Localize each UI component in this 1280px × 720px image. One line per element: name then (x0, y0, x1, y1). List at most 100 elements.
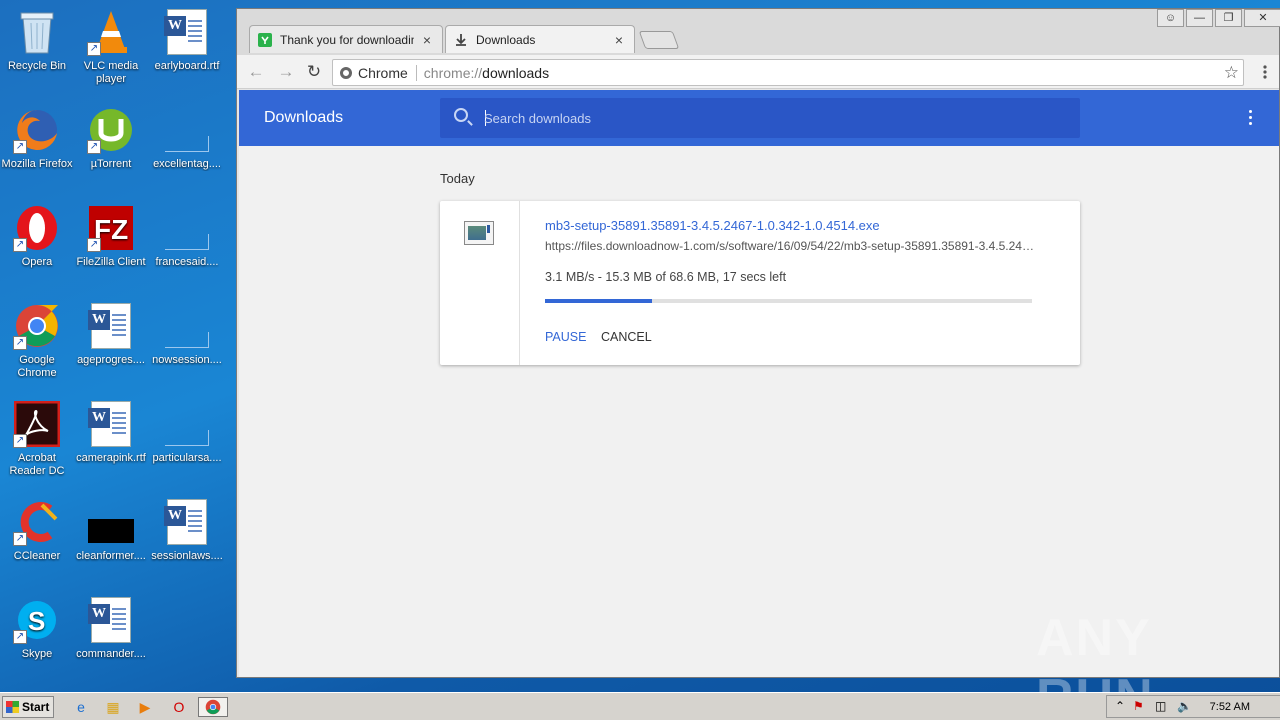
url-scheme: chrome:// (423, 64, 483, 81)
download-filename-link[interactable]: mb3-setup-35891.35891-3.4.5.2467-1.0.342… (545, 218, 880, 233)
tab-close-icon[interactable]: × (420, 32, 434, 48)
desktop-icon-label: FileZilla Client (76, 256, 146, 268)
desktop-icon-excellentag[interactable]: excellentag.... (150, 106, 224, 171)
download-icon (454, 33, 468, 47)
downloads-header: Downloads (239, 90, 1279, 146)
media-player-icon[interactable]: ▶ (134, 697, 156, 717)
new-tab-button[interactable] (638, 31, 680, 49)
pause-button[interactable]: PAUSE (545, 330, 586, 344)
minimize-icon[interactable]: — (1186, 9, 1213, 27)
browser-toolbar: ← → ↻ Chrome chrome://downloads ☆ (237, 55, 1279, 89)
opera-taskbar-icon[interactable]: O (168, 697, 190, 717)
desktop-icon-francesaid[interactable]: francesaid.... (150, 204, 224, 269)
desktop-icon-skype[interactable]: S ↗ Skype (0, 596, 74, 661)
desktop-icon-label: Acrobat Reader DC (9, 452, 65, 477)
desktop-icon-label: camerapink.rtf (76, 452, 146, 464)
restore-icon[interactable]: ❐ (1215, 9, 1242, 27)
forward-arrow-icon[interactable]: → (275, 61, 297, 83)
desktop-icon-commander[interactable]: W commander.... (74, 596, 148, 661)
desktop-icon-nowsession[interactable]: nowsession.... (150, 302, 224, 367)
download-site-favicon-icon (258, 32, 272, 47)
chrome-taskbar-icon[interactable] (198, 697, 228, 717)
download-source-url[interactable]: https://files.downloadnow-1.com/s/softwa… (545, 239, 1035, 253)
download-icon-column (440, 201, 520, 365)
back-arrow-icon[interactable]: ← (245, 61, 267, 83)
acrobat-icon: ↗ (13, 400, 61, 448)
recycle-bin-icon (13, 8, 61, 56)
start-label: Start (22, 700, 50, 714)
profile-icon[interactable]: ☺ (1157, 9, 1184, 27)
download-status: 3.1 MB/s - 15.3 MB of 68.6 MB, 17 secs l… (545, 270, 787, 284)
cancel-button[interactable]: CANCEL (601, 330, 652, 344)
page-title: Downloads (264, 109, 344, 126)
desktop-icon-camerapink[interactable]: W camerapink.rtf (74, 400, 148, 465)
desktop-icon-sessionlaws[interactable]: W sessionlaws.... (150, 498, 224, 563)
action-center-flag-icon[interactable]: ⚑ (1133, 699, 1144, 713)
chrome-menu-icon[interactable] (1263, 65, 1269, 79)
download-item: mb3-setup-35891.35891-3.4.5.2467-1.0.342… (440, 201, 1080, 365)
show-hidden-icons-icon[interactable]: ⌃ (1115, 699, 1125, 713)
desktop-icon-label: ageprogres.... (77, 354, 145, 366)
tab-close-icon[interactable]: × (612, 32, 626, 48)
bookmark-star-icon[interactable]: ☆ (1224, 63, 1239, 83)
executable-file-icon (464, 221, 494, 245)
shortcut-arrow-icon: ↗ (13, 336, 27, 350)
desktop-icon-opera[interactable]: ↗ Opera (0, 204, 74, 269)
network-icon[interactable]: ◫ (1155, 699, 1166, 713)
more-actions-icon[interactable] (1249, 110, 1253, 128)
desktop-icon-chrome[interactable]: ↗ Google Chrome (0, 302, 74, 380)
desktop-icon-vlc[interactable]: ↗ VLC media player (74, 8, 148, 86)
tab-downloads[interactable]: Downloads × (445, 25, 635, 53)
shortcut-arrow-icon: ↗ (13, 630, 27, 644)
word-doc-icon: W (87, 596, 135, 644)
shortcut-arrow-icon: ↗ (13, 238, 27, 252)
tab-title: Downloads (476, 32, 536, 47)
internet-explorer-icon[interactable]: e (70, 697, 92, 717)
tab-thank-you[interactable]: Thank you for downloading × (249, 25, 443, 53)
chrome-icon: ↗ (13, 302, 61, 350)
word-doc-icon: W (163, 498, 211, 546)
desktop-icon-ageprogres[interactable]: W ageprogres.... (74, 302, 148, 367)
security-chip[interactable]: Chrome (333, 64, 417, 81)
file-icon (163, 302, 211, 350)
desktop-icon-label: excellentag.... (153, 158, 221, 170)
shortcut-arrow-icon: ↗ (87, 238, 101, 252)
start-button[interactable]: Start (2, 696, 54, 718)
desktop-icon-cleanformer[interactable]: cleanformer.... (74, 498, 148, 563)
desktop-icon-filezilla[interactable]: FZ ↗ FileZilla Client (74, 204, 148, 269)
desktop-icon-acrobat[interactable]: ↗ Acrobat Reader DC (0, 400, 74, 478)
chrome-page-icon (340, 66, 352, 79)
tab-title: Thank you for downloading (280, 32, 414, 47)
desktop-icon-particularsa[interactable]: particularsa.... (150, 400, 224, 465)
vlc-icon: ↗ (87, 8, 135, 56)
desktop-icon-label: commander.... (76, 648, 146, 660)
desktop-icon-utorrent[interactable]: ↗ µTorrent (74, 106, 148, 171)
taskbar: Start e ▦ ▶ O ⌃ ⚑ ◫ 🔈 7:52 AM (0, 692, 1280, 720)
desktop-icon-firefox[interactable]: ↗ Mozilla Firefox (0, 106, 74, 171)
desktop-icon-label: µTorrent (90, 158, 132, 170)
shortcut-arrow-icon: ↗ (87, 42, 101, 56)
desktop-icon-earlyboard[interactable]: W earlyboard.rtf (150, 8, 224, 73)
desktop-icon-label: sessionlaws.... (151, 550, 223, 562)
reload-icon[interactable]: ↻ (303, 61, 325, 83)
desktop-icon-label: Recycle Bin (7, 60, 67, 72)
folder-icon[interactable]: ▦ (102, 697, 124, 717)
volume-icon[interactable]: 🔈 (1177, 699, 1192, 713)
desktop-icon-ccleaner[interactable]: ↗ CCleaner (0, 498, 74, 563)
clock[interactable]: 7:52 AM (1210, 701, 1250, 713)
system-tray: ⌃ ⚑ ◫ 🔈 7:52 AM (1106, 695, 1280, 718)
close-window-icon[interactable]: ✕ (1244, 9, 1280, 27)
desktop-icon-label: earlyboard.rtf (154, 60, 220, 72)
search-input[interactable] (484, 98, 1064, 138)
desktop: Recycle Bin ↗ VLC media player W earlybo… (0, 0, 236, 692)
desktop-icon-recycle-bin[interactable]: Recycle Bin (0, 8, 74, 73)
desktop-icon-label: particularsa.... (152, 452, 222, 464)
download-progress-bar (545, 299, 1032, 303)
search-box[interactable] (440, 98, 1080, 138)
shortcut-arrow-icon: ↗ (87, 140, 101, 154)
shortcut-arrow-icon: ↗ (13, 532, 27, 546)
file-icon (163, 204, 211, 252)
desktop-icon-label: francesaid.... (155, 256, 219, 268)
url-path: downloads (482, 64, 550, 81)
address-bar[interactable]: Chrome chrome://downloads ☆ (332, 59, 1244, 86)
